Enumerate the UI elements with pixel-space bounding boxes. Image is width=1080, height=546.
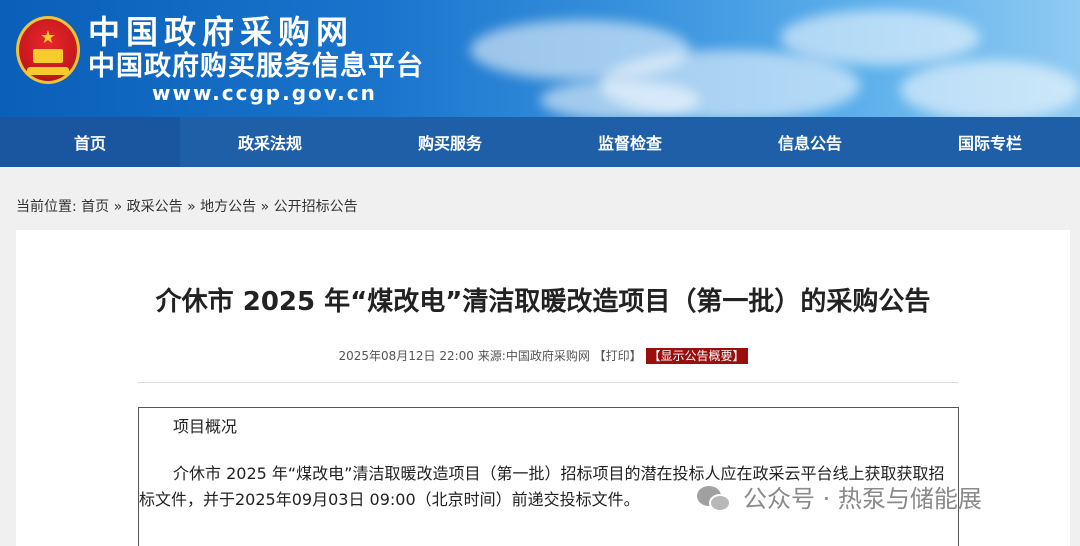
- print-link[interactable]: 【打印】: [594, 349, 642, 363]
- nav-item-home[interactable]: 首页: [0, 117, 180, 167]
- breadcrumb: 当前位置: 首页 » 政采公告 » 地方公告 » 公开招标公告: [16, 198, 358, 216]
- breadcrumb-home[interactable]: 首页: [81, 199, 109, 215]
- article-title: 介休市 2025 年“煤改电”清洁取暖改造项目（第一批）的采购公告: [155, 287, 931, 317]
- divider: [138, 382, 958, 383]
- nav-item-regulations[interactable]: 政采法规: [180, 117, 360, 167]
- site-subtitle: 中国政府购买服务信息平台: [88, 51, 424, 82]
- source-label: 来源:: [477, 349, 506, 363]
- watermark-text: 公众号 · 热泵与储能展: [743, 485, 982, 513]
- nav-item-international[interactable]: 国际专栏: [900, 117, 1080, 167]
- site-header-banner: ★ 中国政府采购网 中国政府购买服务信息平台 www.ccgp.gov.cn: [0, 0, 1080, 117]
- show-summary-button[interactable]: 【显示公告概要】: [645, 348, 748, 364]
- watermark: 公众号 · 热泵与储能展: [697, 484, 982, 514]
- site-url: www.ccgp.gov.cn: [152, 81, 377, 105]
- project-overview-box: 项目概况 介休市 2025 年“煤改电”清洁取暖改造项目（第一批）招标项目的潜在…: [138, 407, 959, 546]
- breadcrumb-separator: »: [187, 199, 196, 215]
- breadcrumb-procurement-announcements[interactable]: 政采公告: [127, 199, 183, 215]
- breadcrumb-local-announcements[interactable]: 地方公告: [200, 199, 256, 215]
- article-meta: 2025年08月12日 22:00 来源:中国政府采购网 【打印】 【显示公告概…: [16, 348, 1070, 364]
- publish-date: 2025年08月12日 22:00: [338, 349, 474, 363]
- breadcrumb-prefix: 当前位置:: [16, 199, 77, 215]
- main-nav: 首页 政采法规 购买服务 监督检查 信息公告 国际专栏: [0, 117, 1080, 167]
- breadcrumb-separator: »: [113, 199, 123, 215]
- source-name: 中国政府采购网: [505, 349, 590, 363]
- nav-item-purchase-services[interactable]: 购买服务: [360, 117, 540, 167]
- site-title[interactable]: 中国政府采购网: [88, 14, 354, 50]
- breadcrumb-separator: »: [260, 199, 270, 215]
- national-emblem-icon: ★: [16, 16, 80, 84]
- nav-item-supervision[interactable]: 监督检查: [540, 117, 720, 167]
- section-heading: 项目概况: [173, 417, 238, 436]
- nav-item-announcements[interactable]: 信息公告: [720, 117, 900, 167]
- wechat-icon: [697, 484, 733, 514]
- breadcrumb-public-tender[interactable]: 公开招标公告: [274, 199, 358, 215]
